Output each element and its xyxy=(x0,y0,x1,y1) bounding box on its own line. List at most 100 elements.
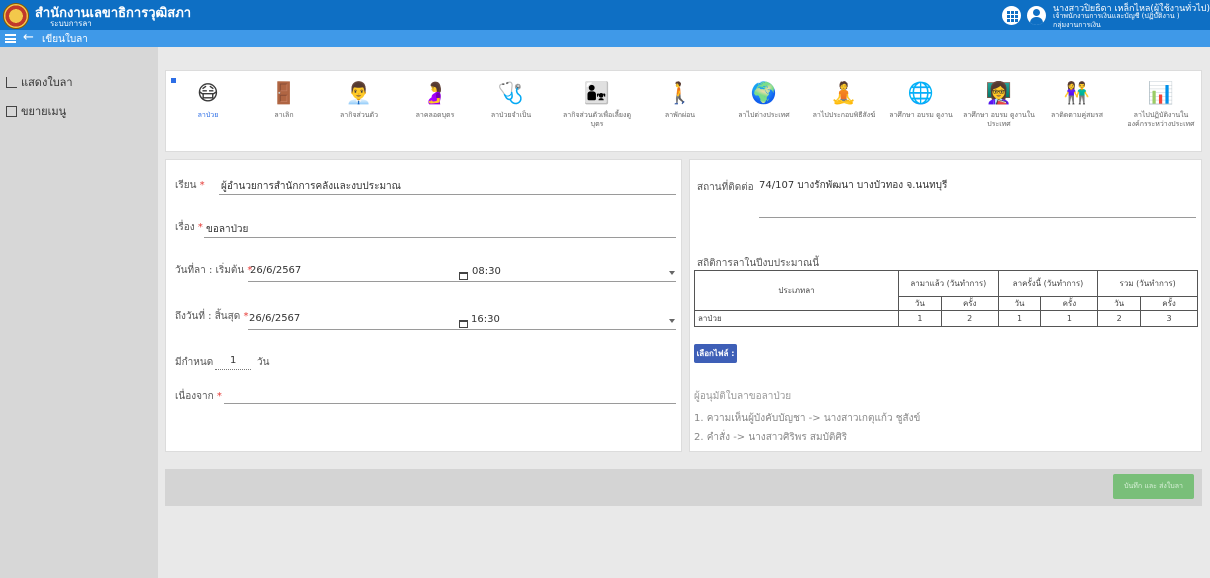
leave-type-vacation[interactable]: 🚶 ลาพักผ่อน xyxy=(643,76,717,150)
leave-type-label: ลาพักผ่อน xyxy=(664,111,696,119)
doctor-icon: 🩺 xyxy=(497,81,525,105)
contact-field[interactable]: 74/107 บางรักพัฒนา บางบัวทอง จ.นนทบุรี xyxy=(759,178,947,193)
leave-type-sick[interactable]: 😷 ลาป่วย xyxy=(171,76,245,150)
subject-label: เรื่อง * xyxy=(175,222,203,233)
end-date-label: ถึงวันที่ : สิ้นสุด * xyxy=(175,311,249,322)
pregnant-icon: 🤰 xyxy=(421,81,449,105)
leave-type-label: ลาคลอดบุตร xyxy=(415,111,455,119)
end-time-field[interactable]: 16:30 xyxy=(471,314,500,325)
leave-type-ordination[interactable]: 🧘 ลาไปประกอบพิธีสังฆ์ xyxy=(807,76,881,150)
reason-label: เนื่องจาก * xyxy=(175,391,222,402)
leave-form-card xyxy=(165,159,682,452)
approver-1: 1. ความเห็นผู้บังคับบัญชา -> นางสาวเกตุแ… xyxy=(694,413,921,424)
calendar-icon[interactable] xyxy=(459,320,468,328)
sidebar-item-expand-menu[interactable]: ขยายเมนู xyxy=(6,103,66,119)
expand-icon xyxy=(6,105,17,117)
leave-type-label: ลาไปประกอบพิธีสังฆ์ xyxy=(812,111,876,119)
stats-header-type: ประเภทลา xyxy=(694,270,899,311)
leave-type-childcare[interactable]: 👨‍👧 ลากิจส่วนตัวเพื่อเลี้ยงดูบุตร xyxy=(560,76,634,150)
end-date-field[interactable]: 26/6/2567 xyxy=(249,313,300,324)
leave-type-label: ลาป่วย xyxy=(197,111,219,119)
sidebar-item-label: แสดงใบลา xyxy=(21,76,73,89)
stats-subheader: ครั้ง xyxy=(1140,296,1198,311)
leave-type-study-domestic[interactable]: 👩‍🏫 ลาศึกษา อบรม ดูงานในประเทศ xyxy=(962,76,1036,150)
couple-icon: 👫 xyxy=(1063,81,1091,105)
start-date-field[interactable]: 26/6/2567 xyxy=(250,265,301,276)
page-title: เขียนใบลา xyxy=(42,34,88,45)
duration-label: มีกำหนด xyxy=(175,357,214,368)
stats-cell: 2 xyxy=(940,310,999,327)
leave-type-label: ลาไปปฏิบัติงานในองค์กรระหว่างประเทศ xyxy=(1127,111,1195,128)
calendar-icon[interactable] xyxy=(459,272,468,280)
stats-cell: 1 xyxy=(1040,310,1099,327)
rss-icon xyxy=(6,76,17,88)
leave-type-study[interactable]: 🌐 ลาศึกษา อบรม ดูงาน xyxy=(884,76,958,150)
start-time-field[interactable]: 08:30 xyxy=(472,266,501,277)
stats-header-total: รวม (วันทำการ) xyxy=(1097,270,1198,297)
sidebar-item-label: ขยายเมนู xyxy=(21,105,67,118)
businessman-icon: 👨‍💼 xyxy=(345,81,373,105)
leave-type-label: ลาติดตามคู่สมรส xyxy=(1050,111,1103,119)
leave-type-follow-spouse[interactable]: 👫 ลาติดตามคู่สมรส xyxy=(1040,76,1114,150)
user-icon[interactable] xyxy=(1027,6,1046,25)
stats-subheader: วัน xyxy=(997,296,1042,311)
stats-header-this: ลาครั้งนี้ (วันทำการ) xyxy=(997,270,1099,297)
apps-grid-icon[interactable] xyxy=(1002,6,1021,25)
parent-child-icon: 👨‍👧 xyxy=(583,81,611,105)
to-field[interactable]: ผู้อำนวยการสำนักการคลังและงบประมาณ xyxy=(221,179,401,194)
leave-type-intl-org[interactable]: 📊 ลาไปปฏิบัติงานในองค์กรระหว่างประเทศ xyxy=(1124,76,1198,150)
choose-file-button[interactable]: เลือกไฟล์ : xyxy=(694,344,737,363)
subject-field[interactable]: ขอลาป่วย xyxy=(206,222,248,237)
leave-type-label: ลาเลิก xyxy=(274,111,294,119)
sick-icon: 😷 xyxy=(197,81,219,105)
leave-type-label: ลาไปต่างประเทศ xyxy=(738,111,790,119)
teacher-icon: 👩‍🏫 xyxy=(985,81,1013,105)
approver-2: 2. คำสั่ง -> นางสาวศิริพร สมบัติศิริ xyxy=(694,432,848,443)
duration-field[interactable]: 1 xyxy=(230,355,236,366)
leave-type-personal[interactable]: 👨‍💼 ลากิจส่วนตัว xyxy=(322,76,396,150)
leave-type-label: ลาศึกษา อบรม ดูงานในประเทศ xyxy=(963,111,1035,128)
leave-type-urgent-sick[interactable]: 🩺 ลาป่วยจำเป็น xyxy=(474,76,548,150)
hiker-icon: 🚶 xyxy=(666,81,694,105)
leave-type-quit[interactable]: 🚪 ลาเลิก xyxy=(247,76,321,150)
stats-cell-type: ลาป่วย xyxy=(694,310,899,327)
stats-subheader: วัน xyxy=(1097,296,1142,311)
action-bar xyxy=(165,469,1202,506)
senate-logo xyxy=(3,3,29,29)
leave-type-label: ลากิจส่วนตัว xyxy=(339,111,379,119)
stats-cell: 3 xyxy=(1140,310,1198,327)
leave-type-label: ลากิจส่วนตัวเพื่อเลี้ยงดูบุตร xyxy=(563,111,631,128)
stats-subheader: ครั้ง xyxy=(1040,296,1099,311)
org-subtitle: ระบบการลา xyxy=(50,19,92,28)
start-date-label: วันที่ลา : เริ่มต้น * xyxy=(175,265,253,276)
table-row: ลาป่วย 1 2 1 1 2 3 xyxy=(694,310,1198,327)
chevron-down-icon[interactable] xyxy=(669,271,675,275)
duration-unit: วัน xyxy=(257,357,270,368)
save-submit-button[interactable]: บันทึก และ ส่งใบลา xyxy=(1113,474,1194,499)
stats-cell: 1 xyxy=(997,310,1042,327)
to-label: เรียน * xyxy=(175,180,205,191)
approvers-title: ผู้อนุมัติใบลาขอลาป่วย xyxy=(694,391,792,402)
back-arrow-icon[interactable]: ← xyxy=(23,30,34,46)
hamburger-menu-icon[interactable] xyxy=(5,34,16,43)
leave-stats-table: ประเภทลา ลามาแล้ว (วันทำการ) ลาครั้งนี้ … xyxy=(694,270,1198,327)
stats-cell: 2 xyxy=(1097,310,1142,327)
globe-icon: 🌍 xyxy=(750,81,778,105)
presentation-icon: 📊 xyxy=(1147,81,1175,105)
leave-type-label: ลาป่วยจำเป็น xyxy=(490,111,532,119)
world-network-icon: 🌐 xyxy=(907,81,935,105)
stats-subheader: วัน xyxy=(898,296,942,311)
chevron-down-icon[interactable] xyxy=(669,319,675,323)
stats-title: สถิติการลาในปีงบประมาณนี้ xyxy=(697,258,820,269)
stats-cell: 1 xyxy=(898,310,942,327)
sub-toolbar xyxy=(0,30,1210,47)
leave-type-label: ลาศึกษา อบรม ดูงาน xyxy=(889,111,953,119)
contact-label: สถานที่ติดต่อ xyxy=(697,182,754,193)
leave-type-abroad[interactable]: 🌍 ลาไปต่างประเทศ xyxy=(727,76,801,150)
meditation-icon: 🧘 xyxy=(830,81,858,105)
leave-type-maternity[interactable]: 🤰 ลาคลอดบุตร xyxy=(398,76,472,150)
sidebar xyxy=(0,47,158,578)
stats-subheader: ครั้ง xyxy=(940,296,999,311)
exit-door-icon: 🚪 xyxy=(270,81,298,105)
sidebar-item-show-leave[interactable]: แสดงใบลา xyxy=(6,74,73,90)
